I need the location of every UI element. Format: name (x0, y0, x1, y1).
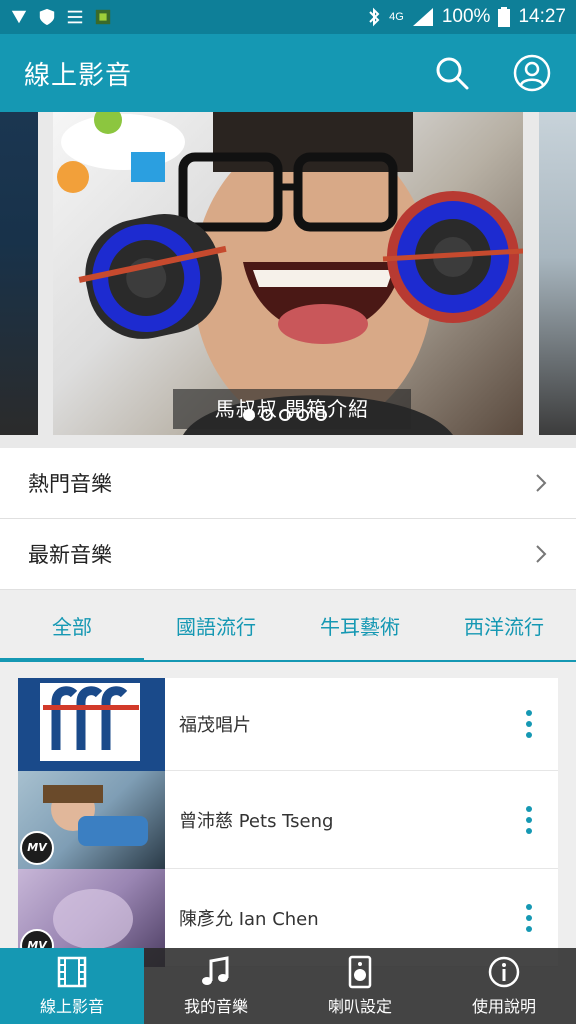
list-item[interactable]: MV 曾沛慈 Pets Tseng (18, 770, 558, 869)
hot-music-row[interactable]: 熱門音樂 (0, 448, 576, 519)
nav-label: 我的音樂 (183, 997, 248, 1016)
more-options-button[interactable] (522, 903, 536, 932)
carousel-current-slide[interactable]: 馬叔叔 開箱介紹 (53, 112, 523, 435)
mv-badge: MV (20, 830, 54, 865)
bottom-navigation: 線上影音 我的音樂 喇叭設定 使用說明 (0, 948, 576, 1024)
banner-carousel[interactable]: 馬叔叔 開箱介紹 (0, 112, 576, 448)
list-item[interactable]: 福茂唱片 (18, 677, 558, 771)
tab-all[interactable]: 全部 (0, 590, 144, 662)
carousel-dot[interactable] (243, 409, 255, 421)
banner-image (57, 112, 523, 435)
search-icon (436, 57, 469, 90)
app-notification-icon (95, 9, 111, 25)
carousel-prev-slide[interactable] (0, 112, 38, 435)
new-music-row[interactable]: 最新音樂 (0, 519, 576, 590)
battery-icon (498, 7, 511, 27)
menu-row-label: 熱門音樂 (28, 472, 112, 496)
system-status: 4G 100% 14:27 (367, 6, 566, 28)
music-menu: 熱門音樂 最新音樂 (0, 448, 576, 590)
nav-online-video[interactable]: 線上影音 (0, 948, 144, 1024)
chevron-right-icon (536, 545, 547, 563)
app-actions (432, 53, 552, 93)
carousel-next-slide[interactable] (539, 112, 576, 435)
clock: 14:27 (518, 6, 566, 27)
linfair-logo (18, 677, 165, 771)
bluetooth-icon (369, 7, 380, 27)
speaker-icon (348, 955, 372, 989)
notification-icons (10, 8, 112, 26)
account-button[interactable] (512, 53, 552, 93)
more-options-button[interactable] (522, 805, 536, 834)
nav-label: 線上影音 (39, 997, 104, 1016)
carousel-dot[interactable] (261, 409, 273, 421)
status-bar: 4G 100% 14:27 (0, 0, 576, 34)
info-icon (488, 956, 520, 988)
network-type: 4G (389, 11, 404, 23)
more-options-button[interactable] (522, 710, 536, 738)
search-button[interactable] (432, 53, 472, 93)
menu-row-label: 最新音樂 (28, 543, 112, 567)
app-bar: 線上影音 (0, 34, 576, 112)
battery-percent: 100% (441, 6, 491, 27)
channel-thumbnail: MV (18, 770, 165, 869)
vpn-icon (11, 10, 27, 24)
film-icon (57, 956, 87, 988)
carousel-dot[interactable] (279, 409, 291, 421)
channel-name: 曾沛慈 Pets Tseng (179, 810, 334, 832)
category-tabs: 全部 國語流行 牛耳藝術 西洋流行 (0, 590, 576, 662)
shield-icon (39, 8, 55, 26)
signal-icon (412, 8, 433, 26)
page-title: 線上影音 (24, 60, 133, 91)
nav-speaker-settings[interactable]: 喇叭設定 (288, 948, 432, 1024)
list-icon (67, 10, 83, 24)
channel-thumbnail (18, 677, 165, 771)
music-note-icon (202, 956, 229, 985)
tab-bull-ear-arts[interactable]: 牛耳藝術 (288, 590, 432, 660)
carousel-dot[interactable] (297, 409, 309, 421)
nav-label: 使用說明 (471, 997, 536, 1016)
tab-western-pop[interactable]: 西洋流行 (432, 590, 576, 660)
chevron-right-icon (536, 474, 547, 492)
carousel-indicator (243, 409, 327, 421)
channel-list: 福茂唱片 MV 曾沛慈 Pets Tseng MV 陳彥允 Ian Chen (18, 677, 558, 967)
tab-mandarin-pop[interactable]: 國語流行 (144, 590, 288, 660)
account-icon (513, 54, 551, 92)
nav-my-music[interactable]: 我的音樂 (144, 948, 288, 1024)
nav-label: 喇叭設定 (327, 997, 392, 1016)
channel-name: 福茂唱片 (179, 715, 251, 736)
carousel-dot[interactable] (315, 409, 327, 421)
nav-help[interactable]: 使用說明 (432, 948, 576, 1024)
channel-name: 陳彥允 Ian Chen (179, 908, 319, 930)
